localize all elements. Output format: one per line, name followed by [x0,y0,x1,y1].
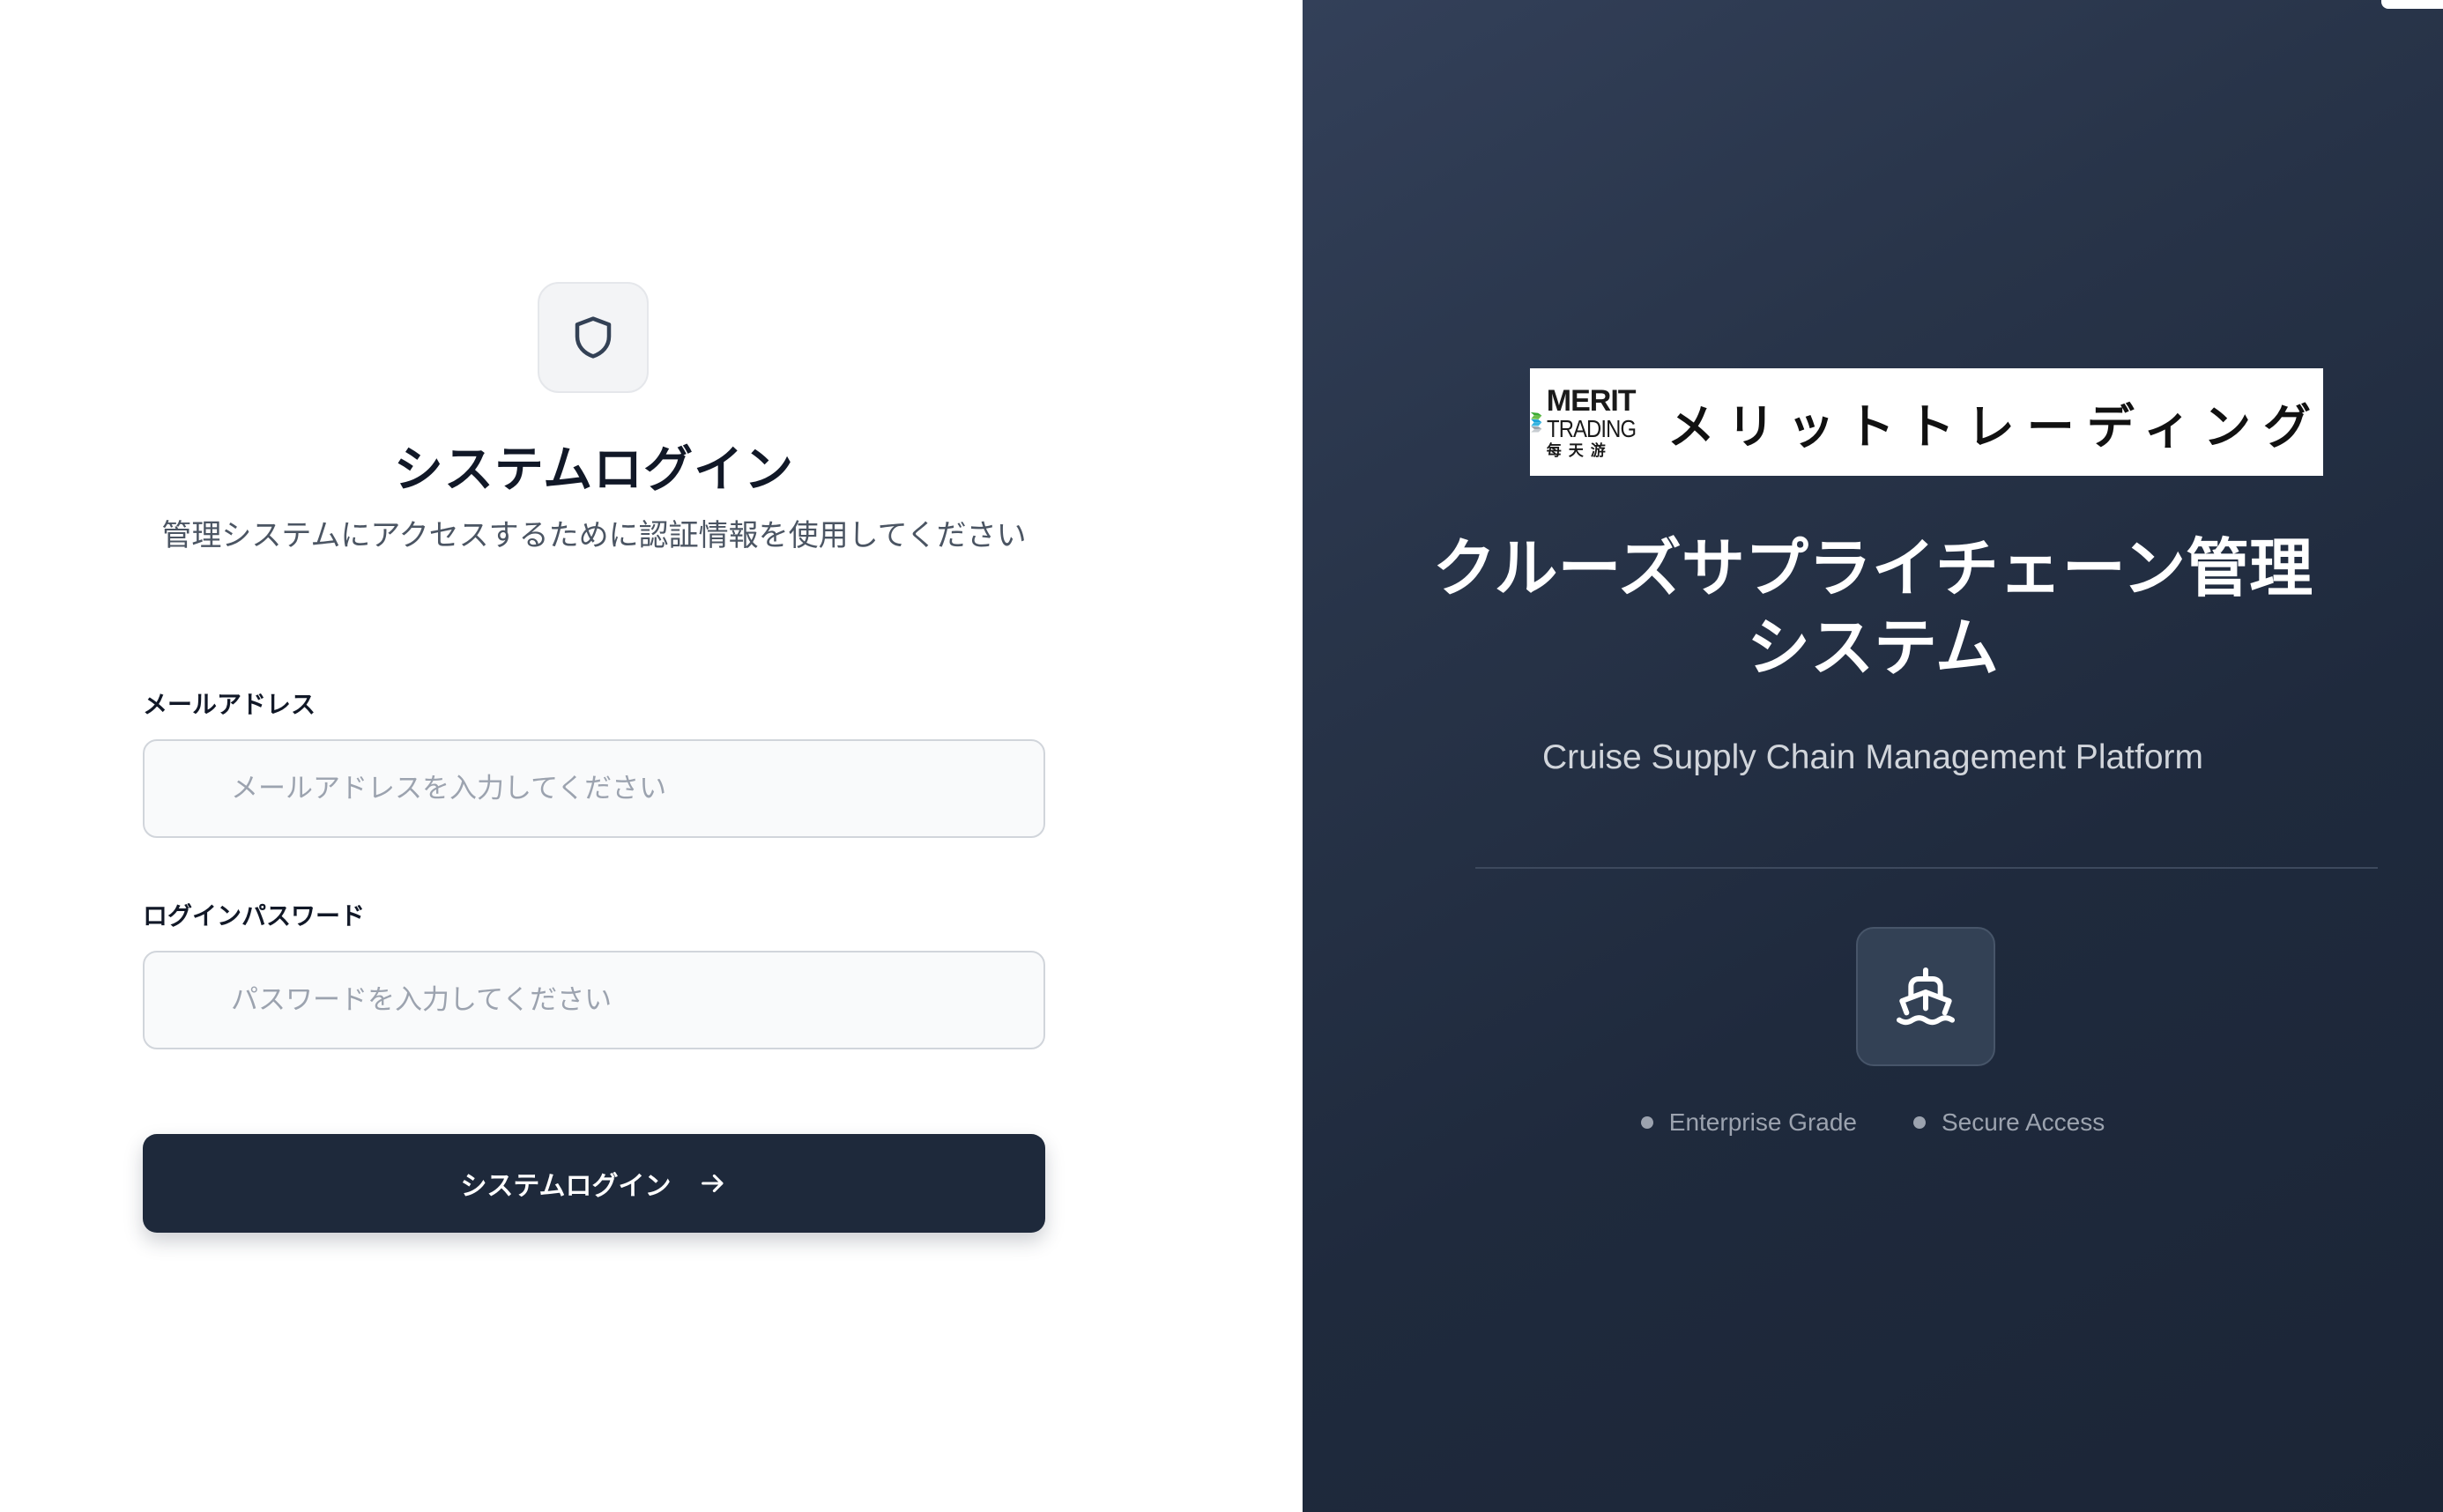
brand-panel: MERIT TRADING 每天游 メリットトレーディング クルーズサプライチェ… [1303,0,2443,1512]
bullet-dot-icon [1913,1116,1926,1129]
corner-tab [2381,0,2443,9]
logo-merit-text: MERIT [1546,383,1637,418]
ship-icon [1897,967,1955,1026]
brand-subtitle: Cruise Supply Chain Management Platform [1541,738,2204,776]
login-panel: システムログイン 管理システムにアクセスするために認証情報を使用してください メ… [0,0,1303,1512]
feature-badges: Enterprise Grade Secure Access [1303,1108,2443,1137]
email-input[interactable] [143,739,1045,838]
logo-wordmark: MERIT TRADING 每天游 [1547,386,1652,459]
company-logo: MERIT TRADING 每天游 メリットトレーディング [1530,368,2323,476]
logo-ribbon-icon [1530,411,1542,433]
divider [1475,867,2378,869]
logo-trading-text: TRADING [1546,414,1637,442]
login-button[interactable]: システムログイン [143,1134,1045,1233]
badge-label: Secure Access [1942,1108,2105,1136]
page-title: システムログイン [393,441,795,499]
login-button-label: システムログイン [460,1171,672,1202]
badge-label: Enterprise Grade [1668,1108,1857,1136]
page-subtitle: 管理システムにアクセスするために認証情報を使用してください [161,518,1027,553]
logo-cjk-text: 每天游 [1546,441,1613,460]
email-label: メールアドレス [143,690,316,719]
badge-secure: Secure Access [1913,1108,2105,1137]
logo-japanese-text: メリットトレーディング [1667,398,2323,455]
shield-icon [575,316,612,359]
ship-badge [1856,927,1995,1066]
shield-badge [538,282,649,393]
badge-enterprise: Enterprise Grade [1640,1108,1857,1137]
password-label: ログインパスワード [143,901,366,930]
bullet-dot-icon [1640,1116,1653,1129]
arrow-right-icon [701,1174,724,1193]
brand-title: クルーズサプライチェーン管理システム [1432,531,2313,685]
password-input[interactable] [143,951,1045,1049]
